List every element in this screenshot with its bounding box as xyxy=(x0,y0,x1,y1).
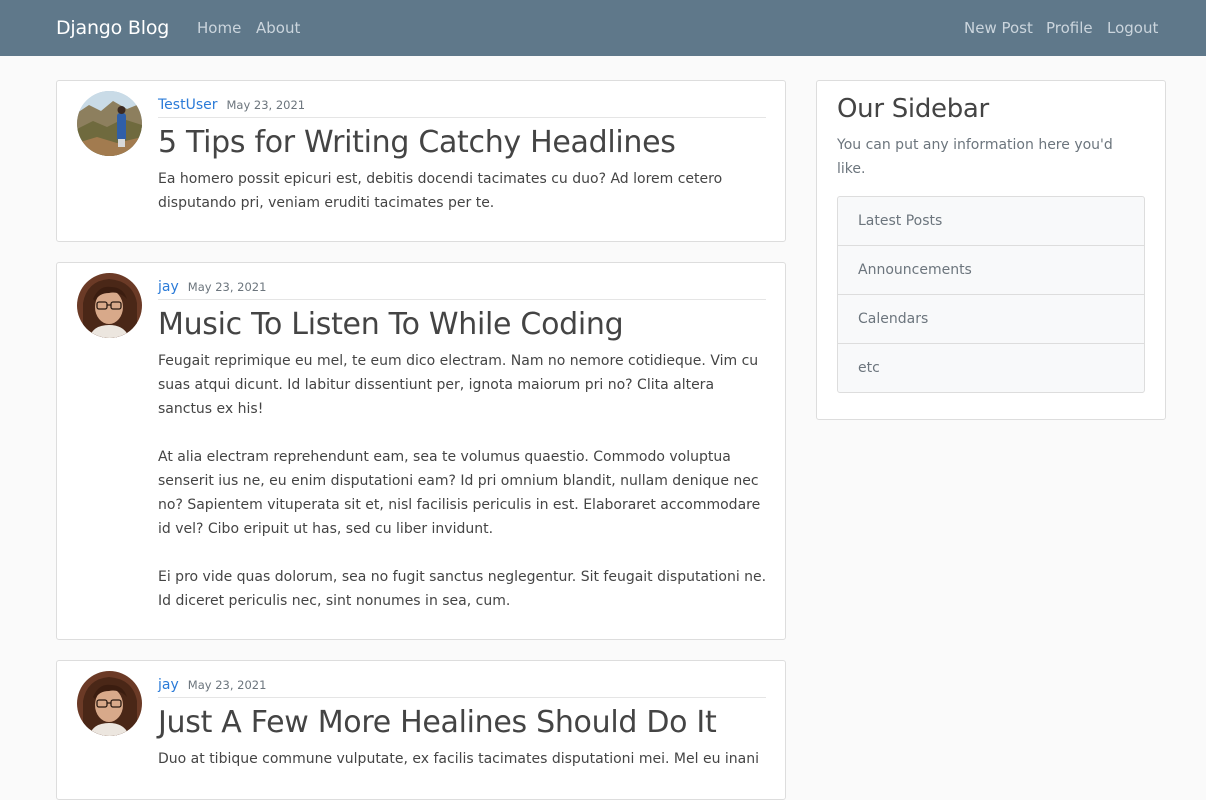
post-paragraph: Feugait reprimique eu mel, te eum dico e… xyxy=(158,353,759,417)
post-meta: jay May 23, 2021 xyxy=(158,674,766,698)
post-date: May 23, 2021 xyxy=(187,280,267,294)
post-title-link[interactable]: Music To Listen To While Coding xyxy=(158,306,624,344)
nav-about-link[interactable]: About xyxy=(256,18,300,38)
sidebar-item-etc[interactable]: etc xyxy=(838,344,1144,392)
sidebar-title: Our Sidebar xyxy=(837,94,989,124)
sidebar-item-calendars[interactable]: Calendars xyxy=(838,295,1144,344)
post-meta: jay May 23, 2021 xyxy=(158,276,766,300)
top-navbar: Django Blog Home About New Post Profile … xyxy=(0,0,1206,56)
sidebar-list: Latest Posts Announcements Calendars etc xyxy=(837,196,1145,393)
post-author-link[interactable]: jay xyxy=(158,677,179,693)
author-avatar xyxy=(77,671,142,736)
post-title-link[interactable]: 5 Tips for Writing Catchy Headlines xyxy=(158,124,676,162)
post-date: May 23, 2021 xyxy=(187,678,267,692)
post-paragraph: At alia electram reprehendunt eam, sea t… xyxy=(158,449,761,537)
sidebar-description: You can put any information here you'd l… xyxy=(837,137,1113,177)
post-card: TestUser May 23, 2021 5 Tips for Writing … xyxy=(56,80,786,242)
post-date: May 23, 2021 xyxy=(226,98,306,112)
post-paragraph: Ea homero possit epicuri est, debitis do… xyxy=(158,171,723,211)
sidebar-item-latest-posts[interactable]: Latest Posts xyxy=(838,197,1144,246)
sidebar: Our Sidebar You can put any information … xyxy=(816,80,1166,420)
nav-new-post-link[interactable]: New Post xyxy=(964,18,1033,38)
author-avatar xyxy=(77,273,142,338)
post-title-link[interactable]: Just A Few More Healines Should Do It xyxy=(158,704,717,742)
post-content: Feugait reprimique eu mel, te eum dico e… xyxy=(158,349,768,637)
post-paragraph: Duo at tibique commune vulputate, ex fac… xyxy=(158,751,760,767)
sidebar-item-announcements[interactable]: Announcements xyxy=(838,246,1144,295)
author-avatar xyxy=(77,91,142,156)
nav-home-link[interactable]: Home xyxy=(197,18,241,38)
post-content: Duo at tibique commune vulputate, ex fac… xyxy=(158,747,768,795)
post-card: jay May 23, 2021 Just A Few More Healines… xyxy=(56,660,786,800)
brand-link[interactable]: Django Blog xyxy=(56,16,169,40)
nav-profile-link[interactable]: Profile xyxy=(1046,18,1093,38)
post-meta: TestUser May 23, 2021 xyxy=(158,94,766,118)
post-author-link[interactable]: jay xyxy=(158,279,179,295)
post-card: jay May 23, 2021 Music To Listen To While… xyxy=(56,262,786,640)
post-content: Ea homero possit epicuri est, debitis do… xyxy=(158,167,768,239)
post-paragraph: Ei pro vide quas dolorum, sea no fugit s… xyxy=(158,569,767,609)
post-author-link[interactable]: TestUser xyxy=(158,97,217,113)
nav-logout-link[interactable]: Logout xyxy=(1107,18,1158,38)
